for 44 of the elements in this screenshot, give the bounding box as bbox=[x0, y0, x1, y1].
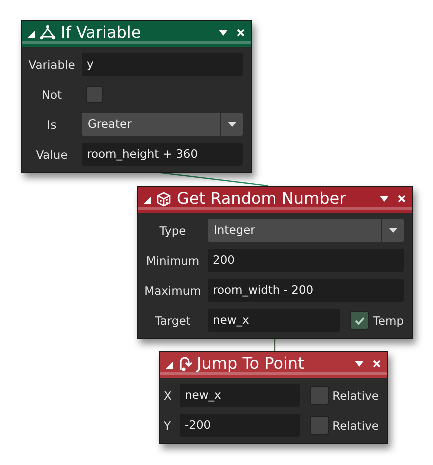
input-field[interactable]: room_width - 200 bbox=[208, 279, 404, 302]
checkbox-label: Temp bbox=[373, 314, 404, 328]
field-label: Type bbox=[158, 224, 188, 238]
collapse-icon[interactable] bbox=[28, 30, 35, 38]
field-label: Is bbox=[46, 118, 58, 132]
field-label: Not bbox=[40, 88, 64, 102]
field-label: Maximum bbox=[144, 284, 202, 298]
checkbox[interactable] bbox=[310, 416, 329, 435]
checkbox[interactable] bbox=[310, 386, 329, 405]
field-label: Variable bbox=[28, 58, 76, 72]
jump-icon bbox=[178, 356, 192, 372]
dropdown-field[interactable]: Greater bbox=[82, 113, 243, 136]
node-title: Get Random Number bbox=[177, 189, 348, 208]
input-field[interactable]: room_height + 360 bbox=[82, 143, 243, 166]
dropdown-icon[interactable] bbox=[355, 360, 364, 366]
field-label: Minimum bbox=[145, 254, 201, 268]
field-label: X bbox=[164, 388, 173, 402]
checkbox[interactable] bbox=[86, 86, 103, 103]
caret-icon bbox=[388, 228, 398, 233]
field-label: Target bbox=[154, 314, 192, 328]
caret-icon bbox=[228, 122, 236, 127]
branch-icon bbox=[40, 24, 56, 40]
checkbox-label: Relative bbox=[332, 388, 379, 402]
dropdown-icon[interactable] bbox=[380, 196, 389, 202]
connector-line bbox=[274, 336, 276, 351]
node-title: Jump To Point bbox=[197, 354, 306, 373]
field-label: Y bbox=[164, 418, 172, 432]
input-field[interactable]: y bbox=[82, 53, 243, 76]
dropdown-icon[interactable] bbox=[219, 30, 228, 36]
close-icon[interactable] bbox=[237, 28, 245, 36]
checkbox-label: Relative bbox=[332, 418, 379, 432]
input-field[interactable]: new_x bbox=[180, 384, 300, 407]
input-field[interactable]: 200 bbox=[208, 249, 404, 272]
close-icon[interactable] bbox=[373, 360, 381, 368]
field-label: Value bbox=[35, 148, 69, 162]
close-icon[interactable] bbox=[398, 194, 406, 202]
checkbox[interactable] bbox=[350, 311, 370, 330]
collapse-icon[interactable] bbox=[166, 362, 173, 368]
collapse-icon[interactable] bbox=[144, 196, 151, 204]
input-field[interactable]: new_x bbox=[208, 309, 340, 332]
dice-icon bbox=[156, 190, 172, 206]
node-title: If Variable bbox=[61, 23, 142, 42]
dropdown-field[interactable]: Integer bbox=[208, 219, 404, 242]
input-field[interactable]: -200 bbox=[180, 414, 300, 437]
